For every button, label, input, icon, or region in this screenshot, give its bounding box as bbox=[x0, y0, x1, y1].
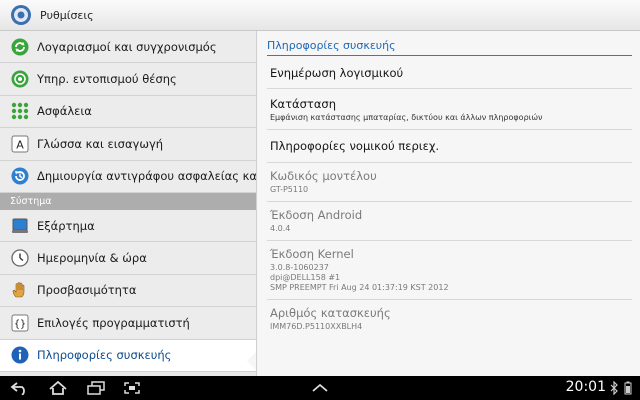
row-title: Κατάσταση bbox=[270, 97, 336, 111]
row-value-line: SMP PREEMPT Fri Aug 24 01:37:19 KST 2012 bbox=[270, 283, 449, 292]
app-title: Ρυθμίσεις bbox=[40, 8, 94, 22]
sync-icon bbox=[11, 38, 29, 56]
row-value: 4.0.4 bbox=[270, 224, 291, 233]
panel-title: Πληροφορίες συσκευής bbox=[267, 39, 632, 56]
bluetooth-icon bbox=[610, 381, 618, 395]
sidebar-item-label: Υπηρ. εντοπισμού θέσης bbox=[37, 72, 177, 87]
svg-text:{}: {} bbox=[14, 319, 26, 330]
row-value: IMM76D.P5110XXBLH4 bbox=[270, 322, 363, 331]
location-icon bbox=[11, 70, 29, 88]
sidebar-item-label: Δημιουργία αντιγράφου ασφαλείας και επαν… bbox=[37, 169, 256, 184]
row-value: GT-P5110 bbox=[270, 185, 309, 194]
row-kernel-version: Έκδοση Kernel 3.0.8-1060237 dpi@DELL158 … bbox=[267, 241, 632, 300]
row-model-number: Κωδικός μοντέλου GT-P5110 bbox=[267, 163, 632, 202]
language-a-icon: A bbox=[11, 135, 29, 153]
info-icon bbox=[11, 346, 29, 364]
svg-text:A: A bbox=[16, 138, 24, 151]
mini-apps-tray-icon[interactable] bbox=[308, 379, 332, 397]
braces-icon: {} bbox=[11, 314, 29, 332]
row-software-update[interactable]: Ενημέρωση λογισμικού bbox=[267, 56, 632, 89]
screenshot-icon[interactable] bbox=[120, 379, 144, 397]
row-title: Πληροφορίες νομικού περιεχ. bbox=[270, 139, 440, 153]
dock-icon bbox=[11, 217, 29, 235]
system-bar: 20:01 bbox=[0, 376, 640, 400]
security-grid-icon bbox=[11, 102, 29, 120]
settings-gear-icon[interactable] bbox=[10, 4, 32, 26]
battery-icon bbox=[624, 381, 632, 395]
clock-icon bbox=[11, 249, 29, 267]
sidebar-item-location[interactable]: Υπηρ. εντοπισμού θέσης bbox=[0, 63, 256, 96]
sidebar-item-security[interactable]: Ασφάλεια bbox=[0, 95, 256, 129]
row-build-number: Αριθμός κατασκευής IMM76D.P5110XXBLH4 bbox=[267, 300, 632, 338]
section-header-system: Σύστημα bbox=[0, 192, 256, 210]
hand-icon bbox=[11, 281, 29, 299]
row-title: Έκδοση Kernel bbox=[270, 247, 354, 261]
sidebar-item-developer-options[interactable]: {} Επιλογές προγραμματιστή bbox=[0, 307, 256, 340]
sidebar-item-dock[interactable]: Εξάρτημα bbox=[0, 209, 256, 243]
sidebar-item-label: Επιλογές προγραμματιστή bbox=[37, 315, 190, 330]
sidebar-item-accessibility[interactable]: Προσβασιμότητα bbox=[0, 274, 256, 308]
sidebar-item-backup[interactable]: Δημιουργία αντιγράφου ασφαλείας και επαν… bbox=[0, 160, 256, 193]
action-bar: Ρυθμίσεις bbox=[0, 0, 640, 31]
settings-list: Λογαριασμοί και συγχρονισμός Υπηρ. εντοπ… bbox=[0, 31, 256, 376]
recent-apps-icon[interactable] bbox=[84, 379, 108, 397]
row-subtitle: Εμφάνιση κατάστασης μπαταρίας, δικτύου κ… bbox=[270, 113, 543, 122]
row-title: Αριθμός κατασκευής bbox=[270, 306, 391, 320]
backup-icon bbox=[11, 167, 29, 185]
sidebar-item-label: Ημερομηνία & ώρα bbox=[37, 251, 147, 266]
sidebar-item-label: Λογαριασμοί και συγχρονισμός bbox=[37, 39, 217, 54]
sidebar-item-label: Γλώσσα και εισαγωγή bbox=[37, 136, 164, 151]
row-value-line: dpi@DELL158 #1 bbox=[270, 273, 341, 282]
row-status[interactable]: Κατάσταση Εμφάνιση κατάστασης μπαταρίας,… bbox=[267, 89, 632, 130]
sidebar-item-accounts-sync[interactable]: Λογαριασμοί και συγχρονισμός bbox=[0, 31, 256, 64]
row-title: Έκδοση Android bbox=[270, 208, 363, 222]
row-value-line: 3.0.8-1060237 bbox=[270, 263, 329, 272]
sidebar-item-language[interactable]: A Γλώσσα και εισαγωγή bbox=[0, 128, 256, 161]
row-title: Κωδικός μοντέλου bbox=[270, 169, 377, 183]
clock: 20:01 bbox=[565, 379, 606, 395]
row-android-version: Έκδοση Android 4.0.4 bbox=[267, 202, 632, 241]
sidebar-item-device-info[interactable]: Πληροφορίες συσκευής bbox=[0, 339, 256, 372]
row-legal-info[interactable]: Πληροφορίες νομικού περιεχ. bbox=[267, 130, 632, 163]
row-title: Ενημέρωση λογισμικού bbox=[270, 66, 404, 80]
sidebar-item-label: Πληροφορίες συσκευής bbox=[37, 348, 172, 363]
back-icon[interactable] bbox=[8, 379, 32, 397]
sidebar-item-label: Προσβασιμότητα bbox=[37, 283, 137, 298]
sidebar-item-date-time[interactable]: Ημερομηνία & ώρα bbox=[0, 242, 256, 275]
sidebar-item-label: Ασφάλεια bbox=[37, 104, 92, 119]
device-info-panel: Πληροφορίες συσκευής Ενημέρωση λογισμικο… bbox=[256, 31, 640, 376]
sidebar-item-label: Εξάρτημα bbox=[37, 218, 95, 233]
home-icon[interactable] bbox=[46, 379, 70, 397]
